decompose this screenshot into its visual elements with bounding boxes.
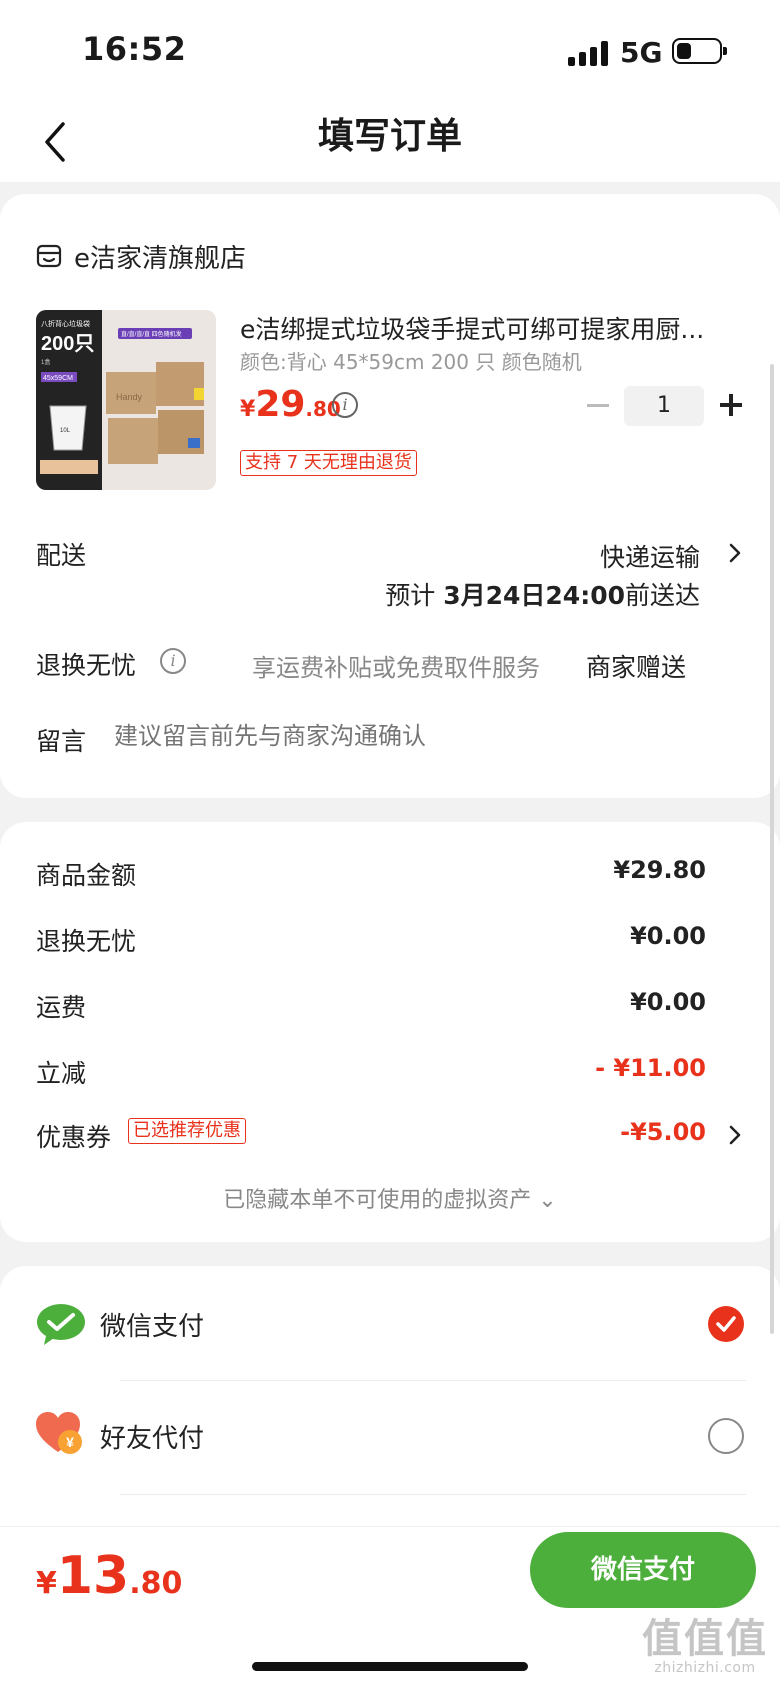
payment-option-wechat[interactable]: 微信支付: [36, 1294, 744, 1354]
goods-amount: ¥29.80: [613, 856, 706, 884]
pay-button[interactable]: 微信支付: [530, 1532, 756, 1608]
amount-row-discount: 立减 - ¥11.00: [36, 1054, 706, 1088]
nav-bar: 填写订单: [0, 100, 780, 182]
discount-amount: - ¥11.00: [595, 1054, 706, 1082]
image-size: 45x59CM: [43, 375, 73, 382]
image-box-label: Handy: [116, 392, 143, 402]
payment-label: 好友代付: [100, 1424, 205, 1454]
service-amount: ¥0.00: [630, 922, 706, 950]
delivery-label: 配送: [36, 541, 87, 570]
divider: [120, 1494, 746, 1495]
price-info-icon[interactable]: i: [332, 392, 358, 418]
image-capacity: 10L: [60, 428, 71, 434]
status-bar: 16:52 5G: [0, 0, 780, 100]
total-price: ¥13.80: [36, 1546, 183, 1606]
image-tag: 直/直/直/直 四色随机发: [121, 330, 182, 338]
image-caption: 八折背心垃圾袋: [41, 319, 90, 328]
scrollbar[interactable]: [770, 364, 774, 1334]
wechat-pay-icon: [37, 1304, 85, 1345]
store-header[interactable]: e洁家清旗舰店: [36, 238, 246, 274]
friend-pay-icon: ¥: [36, 1412, 82, 1454]
svg-text:¥: ¥: [66, 1434, 74, 1450]
product-spec[interactable]: 颜色:背心 45*59cm 200 只 颜色随机: [240, 346, 582, 375]
hidden-assets-toggle[interactable]: 已隐藏本单不可使用的虚拟资产 ⌄: [0, 1182, 780, 1214]
check-icon: [716, 1316, 736, 1332]
amount-row-shipping: 运费 ¥0.00: [36, 988, 706, 1022]
delivery-eta: 预计 3月24日24:00前送达: [385, 581, 700, 610]
radio-unselected[interactable]: [708, 1418, 744, 1454]
store-icon: [36, 244, 62, 268]
amount-row-service: 退换无忧 ¥0.00: [36, 922, 706, 956]
battery-level: [677, 43, 691, 59]
amount-row-coupon[interactable]: 优惠券 已选推荐优惠 -¥5.00: [36, 1118, 706, 1152]
page-title: 填写订单: [317, 116, 462, 157]
coupon-badge: 已选推荐优惠: [128, 1118, 246, 1144]
store-name: e洁家清旗舰店: [74, 243, 246, 274]
signal-icon: [568, 40, 610, 66]
amount-row-goods: 商品金额 ¥29.80: [36, 856, 706, 890]
coupon-amount: -¥5.00: [620, 1118, 706, 1146]
payment-label: 微信支付: [100, 1312, 205, 1342]
image-count: 200只: [41, 333, 94, 355]
quantity-plus-button[interactable]: [716, 390, 746, 420]
network-type: 5G: [620, 36, 663, 69]
watermark-logo: 值值值: [642, 1616, 768, 1662]
quantity-input[interactable]: 1: [624, 386, 704, 426]
status-time: 16:52: [82, 30, 187, 68]
image-unit: 1盒: [41, 358, 50, 366]
delivery-method[interactable]: 快递运输: [600, 538, 700, 574]
shipping-amount: ¥0.00: [630, 988, 706, 1016]
service-info-icon[interactable]: i: [160, 648, 186, 674]
watermark: 值值值 zhizhizhi.com: [630, 1606, 780, 1676]
message-label: 留言: [36, 727, 87, 756]
message-input[interactable]: [114, 722, 714, 750]
quantity-minus-button[interactable]: [584, 396, 612, 414]
product-price: ¥29.80: [240, 384, 341, 425]
home-indicator: [252, 1662, 528, 1671]
chevron-right-icon[interactable]: [728, 542, 742, 564]
product-title[interactable]: e洁绑提式垃圾袋手提式可绑可提家用厨...: [240, 310, 740, 346]
chevron-right-icon[interactable]: [728, 1124, 742, 1146]
product-image[interactable]: 八折背心垃圾袋 200只 1盒 45x59CM 10L 直/直/直/直 四色随机…: [36, 310, 216, 490]
minus-icon: [587, 403, 609, 407]
service-label: 退换无忧: [36, 651, 137, 680]
order-card: [0, 194, 780, 798]
service-description: 享运费补贴或免费取件服务: [252, 654, 540, 682]
payment-option-friend[interactable]: ¥ 好友代付: [36, 1406, 744, 1466]
return-policy-badge: 支持 7 天无理由退货: [240, 450, 417, 476]
service-gift: 商家赠送: [586, 653, 687, 682]
radio-selected[interactable]: [708, 1306, 744, 1342]
battery-icon: [672, 38, 727, 64]
divider: [120, 1380, 746, 1381]
